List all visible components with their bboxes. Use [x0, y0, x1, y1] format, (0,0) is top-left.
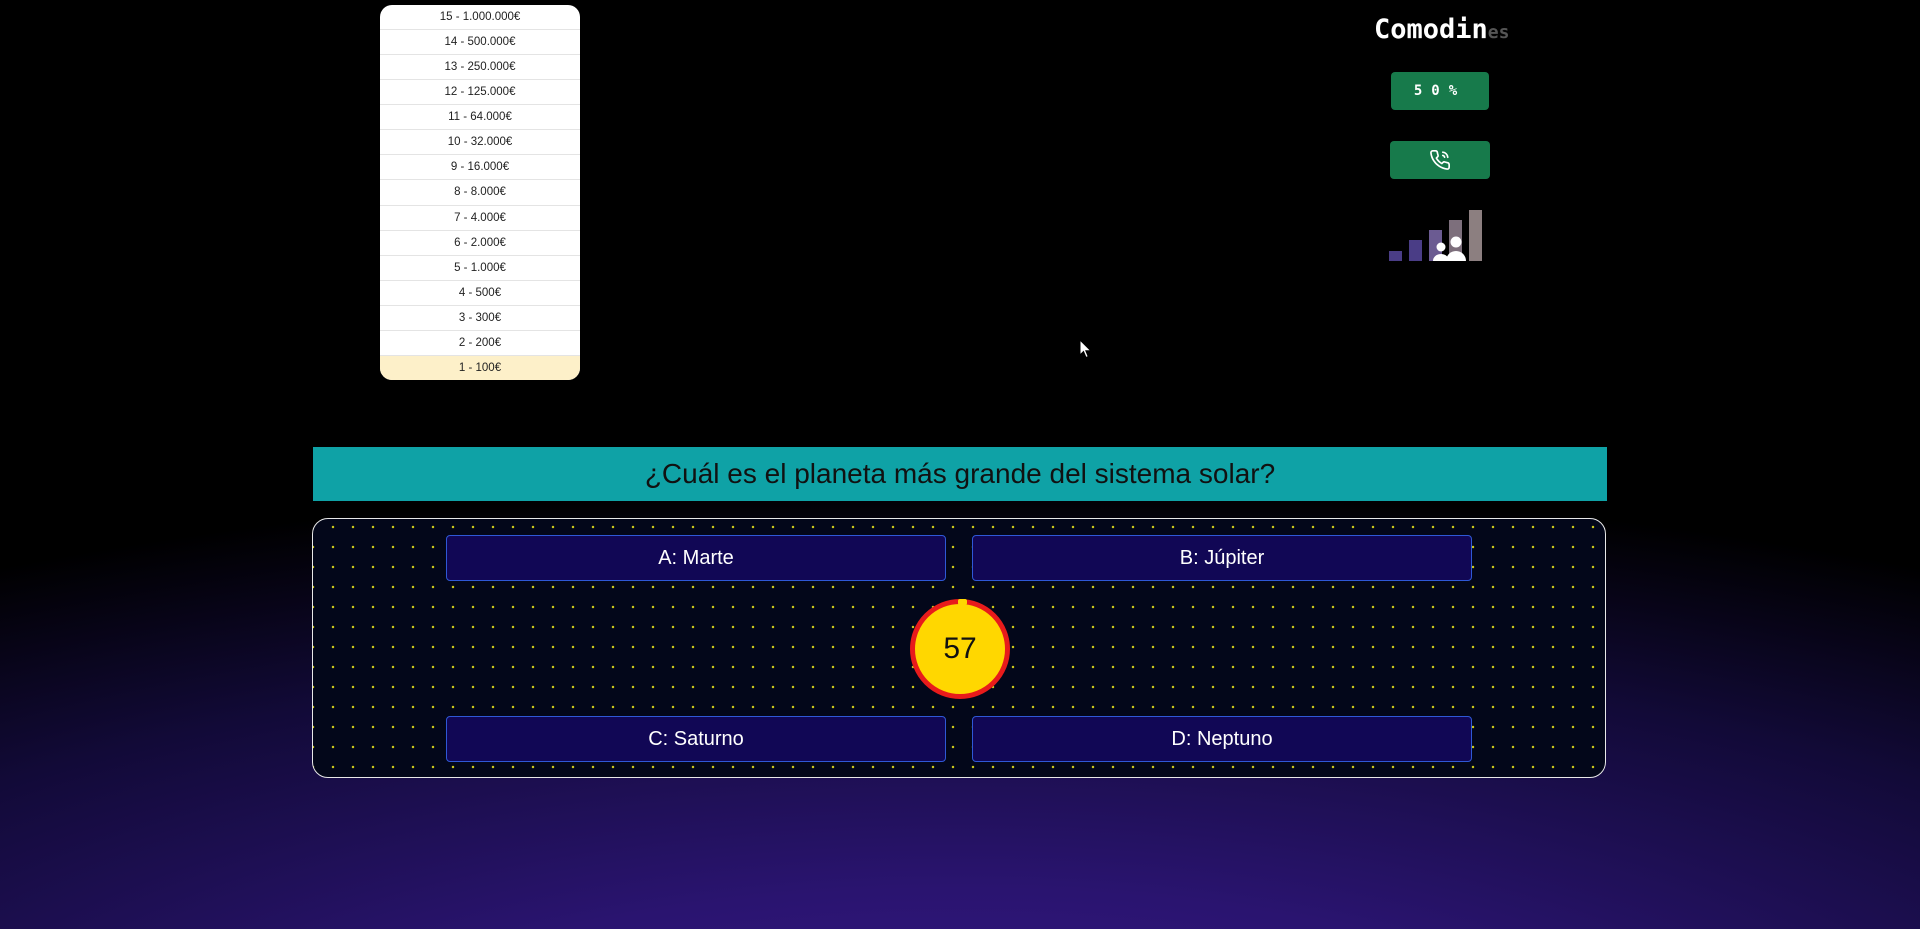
- prize-level-13: 13 - 250.000€: [380, 55, 580, 81]
- prize-level-10: 10 - 32.000€: [380, 130, 580, 156]
- answer-b-button[interactable]: B: Júpiter: [972, 535, 1472, 581]
- answer-a-button[interactable]: A: Marte: [446, 535, 946, 581]
- prize-ladder: 15 - 1.000.000€ 14 - 500.000€ 13 - 250.0…: [380, 5, 580, 380]
- countdown-timer: 57: [910, 599, 1010, 699]
- prize-level-11: 11 - 64.000€: [380, 105, 580, 131]
- timer-seconds: 57: [943, 632, 977, 665]
- fifty-fifty-button[interactable]: 50%: [1391, 72, 1489, 110]
- prize-level-6: 6 - 2.000€: [380, 231, 580, 256]
- prize-level-14: 14 - 500.000€: [380, 30, 580, 56]
- prize-level-5: 5 - 1.000€: [380, 256, 580, 281]
- prize-level-4: 4 - 500€: [380, 281, 580, 306]
- answer-c-button[interactable]: C: Saturno: [446, 716, 946, 762]
- prize-level-3: 3 - 300€: [380, 306, 580, 331]
- phone-friend-button[interactable]: [1390, 141, 1490, 179]
- prize-level-12: 12 - 125.000€: [380, 80, 580, 106]
- ask-audience-button[interactable]: [1389, 207, 1487, 261]
- audience-icon: [1389, 210, 1482, 261]
- lifelines-title: Comodines: [1374, 14, 1509, 45]
- lifelines-title-text: Comodin: [1374, 14, 1488, 45]
- prize-level-9: 9 - 16.000€: [380, 155, 580, 181]
- answer-d-button[interactable]: D: Neptuno: [972, 716, 1472, 762]
- prize-level-1-current: 1 - 100€: [380, 355, 580, 380]
- question-banner: ¿Cuál es el planeta más grande del siste…: [313, 447, 1607, 501]
- prize-level-7: 7 - 4.000€: [380, 206, 580, 231]
- mouse-cursor-icon: [1079, 339, 1093, 359]
- prize-level-2: 2 - 200€: [380, 331, 580, 356]
- phone-icon: [1430, 150, 1450, 170]
- prize-level-15: 15 - 1.000.000€: [380, 5, 580, 31]
- timer-progress-notch: [958, 599, 967, 605]
- question-text: ¿Cuál es el planeta más grande del siste…: [644, 458, 1276, 489]
- prize-level-8: 8 - 8.000€: [380, 180, 580, 206]
- fifty-fifty-label: 50%: [1413, 83, 1467, 99]
- lifelines-title-tail: es: [1487, 22, 1510, 43]
